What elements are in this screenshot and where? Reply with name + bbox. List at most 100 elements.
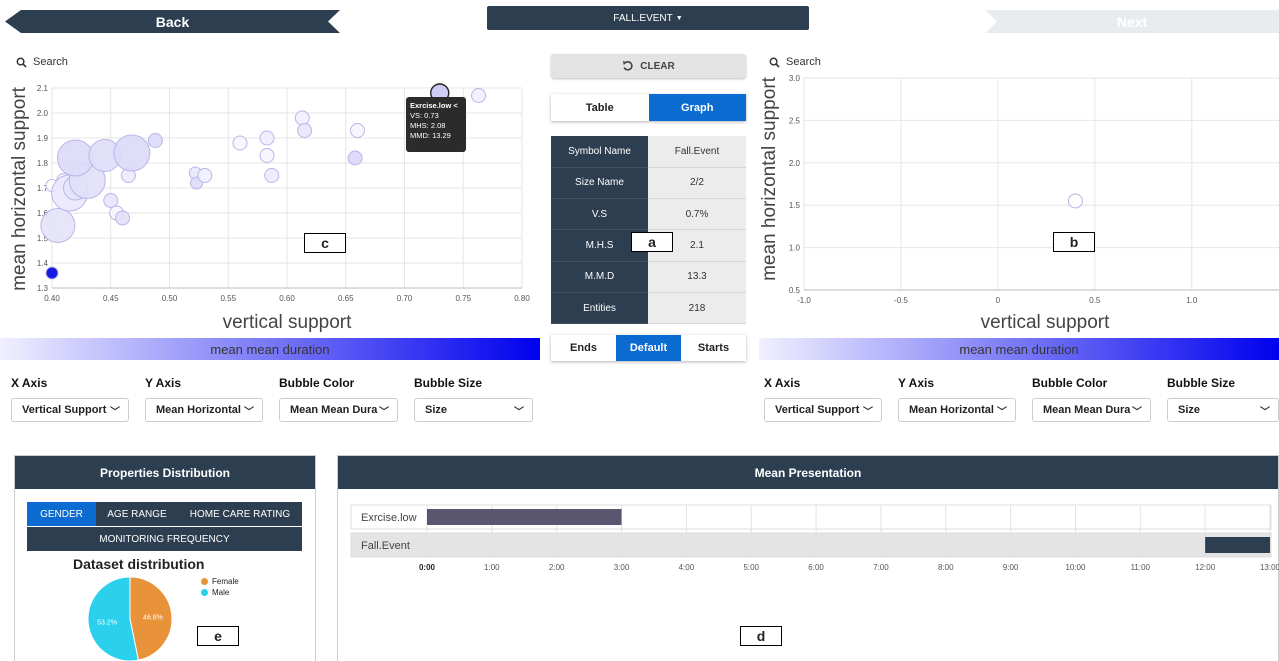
x-tick-label: 1.0	[1186, 296, 1198, 305]
tab-graph[interactable]: Graph	[648, 94, 746, 121]
bubble-size-value: Size	[425, 404, 448, 416]
next-button[interactable]: Next	[985, 10, 1279, 33]
bubble-tooltip: Exrcise.low < VS: 0.73 MHS: 2.08 MMD: 13…	[406, 97, 466, 152]
y-tick-label: 3.0	[789, 74, 801, 83]
bubble	[264, 168, 280, 183]
y-axis-value: Mean Horizontal	[909, 404, 994, 416]
y-tick-label: 1.9	[37, 134, 49, 143]
row-value: 2/2	[648, 167, 746, 200]
right-color-legend: mean mean duration	[759, 338, 1279, 360]
bubble-size-label: Bubble Size	[1167, 376, 1236, 390]
panel-label-b: b	[1053, 232, 1095, 252]
timeline-chart[interactable]: 0:00 1:00 2:00 3:00 4:00 5:00 6:00 7:00 8:00 9:00…	[338, 496, 1279, 586]
panel-label-d: d	[740, 626, 782, 646]
timeline-row-label: Exrcise.low	[361, 512, 417, 524]
x-tick-label: 0.45	[103, 294, 119, 303]
tab-table[interactable]: Table	[551, 94, 649, 121]
x-axis-value: Vertical Support	[775, 404, 860, 416]
mean-presentation-panel: Mean Presentation 0:00 1:00 2:00 3:00 4:00 5:…	[337, 455, 1279, 661]
clear-label: CLEAR	[640, 60, 675, 72]
x-tick-label: 0.80	[514, 294, 530, 303]
panel-label-c: c	[304, 233, 346, 253]
clear-button[interactable]: CLEAR	[551, 54, 746, 78]
back-button[interactable]: Back	[5, 10, 340, 33]
tab-gender[interactable]: GENDER	[27, 502, 96, 526]
tab-home-care-rating[interactable]: HOME CARE RATING	[178, 502, 302, 526]
gender-pie-chart[interactable]: 46.8% 53.2%	[87, 576, 177, 661]
timeline-tick-label: 5:00	[743, 563, 759, 572]
x-axis-select[interactable]: Vertical Support ﹀	[11, 398, 129, 422]
timeline-tick-label: 6:00	[808, 563, 824, 572]
y-tick-label: 0.5	[789, 286, 801, 295]
y-tick-label: 1.0	[789, 244, 801, 253]
timeline-tick-label: 4:00	[679, 563, 695, 572]
y-axis-select[interactable]: Mean Horizontal ﹀	[145, 398, 263, 422]
event-dropdown-button[interactable]: FALL.EVENT ▼	[487, 6, 809, 30]
bubble	[57, 139, 94, 177]
bubble	[347, 150, 363, 166]
pie-slice-label: 53.2%	[97, 619, 117, 626]
tab-default[interactable]: Default	[616, 335, 681, 361]
bubble-color-label: Bubble Color	[279, 376, 355, 390]
alignment-toggle: Ends Default Starts	[551, 335, 746, 361]
tab-starts[interactable]: Starts	[681, 335, 746, 361]
bubble	[259, 148, 275, 163]
tab-monitoring-frequency[interactable]: MONITORING FREQUENCY	[27, 527, 302, 551]
back-label: Back	[155, 13, 190, 30]
x-tick-label: 0	[996, 296, 1001, 305]
timeline-tick-label: 10:00	[1065, 563, 1086, 572]
x-tick-label: 0.60	[279, 294, 295, 303]
timeline-tick-label: 9:00	[1003, 563, 1019, 572]
y-tick-label: 1.3	[37, 284, 49, 293]
bubble-color-select[interactable]: Mean Mean Dura ﹀	[1032, 398, 1151, 422]
y-tick-label: 2.5	[789, 116, 801, 125]
timeline-bar	[427, 509, 622, 525]
color-legend-label: mean mean duration	[210, 341, 330, 357]
tooltip-mhs: MHS: 2.08	[410, 121, 446, 130]
y-tick-label: 1.8	[37, 159, 49, 168]
left-search[interactable]: Search	[16, 56, 68, 68]
bubble-size-select[interactable]: Size ﹀	[1167, 398, 1279, 422]
bubble	[197, 168, 213, 183]
y-axis-select[interactable]: Mean Horizontal ﹀	[898, 398, 1016, 422]
row-value: 218	[648, 292, 746, 325]
search-label: Search	[786, 56, 821, 68]
bubble-color-select[interactable]: Mean Mean Dura ﹀	[279, 398, 398, 422]
bubble-size-select[interactable]: Size ﹀	[414, 398, 533, 422]
timeline-tick-label: 11:00	[1131, 563, 1151, 572]
x-tick-label: 0.70	[397, 294, 413, 303]
x-tick-label: 0.40	[44, 294, 60, 303]
legend-item: Male	[201, 587, 239, 598]
bubble	[1067, 193, 1083, 209]
x-tick-label: 0.5	[1089, 296, 1101, 305]
timeline-tick-label: 0:00	[419, 563, 436, 572]
y-tick-label: 2.0	[789, 159, 801, 168]
chevron-down-icon: ﹀	[863, 406, 873, 418]
table-row: Symbol Name Fall.Event	[551, 136, 746, 168]
legend-swatch	[201, 578, 208, 585]
left-color-legend: mean mean duration	[0, 338, 540, 360]
x-axis-select[interactable]: Vertical Support ﹀	[764, 398, 882, 422]
timeline-row-bg	[350, 532, 1272, 558]
panel-label-a: a	[631, 232, 673, 252]
chevron-down-icon: ﹀	[244, 406, 254, 418]
table-row: Entities 218	[551, 292, 746, 325]
bubble	[232, 135, 248, 151]
table-row: Size Name 2/2	[551, 167, 746, 200]
bubble-size-value: Size	[1178, 404, 1201, 416]
y-axis-label: Y Axis	[898, 376, 935, 390]
row-key: V.S	[551, 198, 648, 231]
tab-age-range[interactable]: AGE RANGE	[96, 502, 178, 526]
bubble	[259, 130, 275, 146]
left-y-axis-title: mean horizontal support	[9, 87, 30, 291]
timeline-tick-label: 12:00	[1195, 563, 1216, 572]
chevron-down-icon: ﹀	[997, 406, 1007, 418]
view-toggle: Table Graph	[551, 94, 746, 121]
tab-ends[interactable]: Ends	[551, 335, 616, 361]
bubble	[147, 133, 163, 148]
right-bubble-chart[interactable]: -1.0 -0.5 0 0.5 1.0 3.0 2.5 2.0 1.5 1.0 0.5	[755, 70, 1279, 314]
color-legend-label: mean mean duration	[959, 341, 1079, 357]
right-x-axis-title: vertical support	[980, 312, 1110, 333]
pie-legend: Female Male	[201, 576, 239, 598]
bubble	[103, 193, 119, 208]
